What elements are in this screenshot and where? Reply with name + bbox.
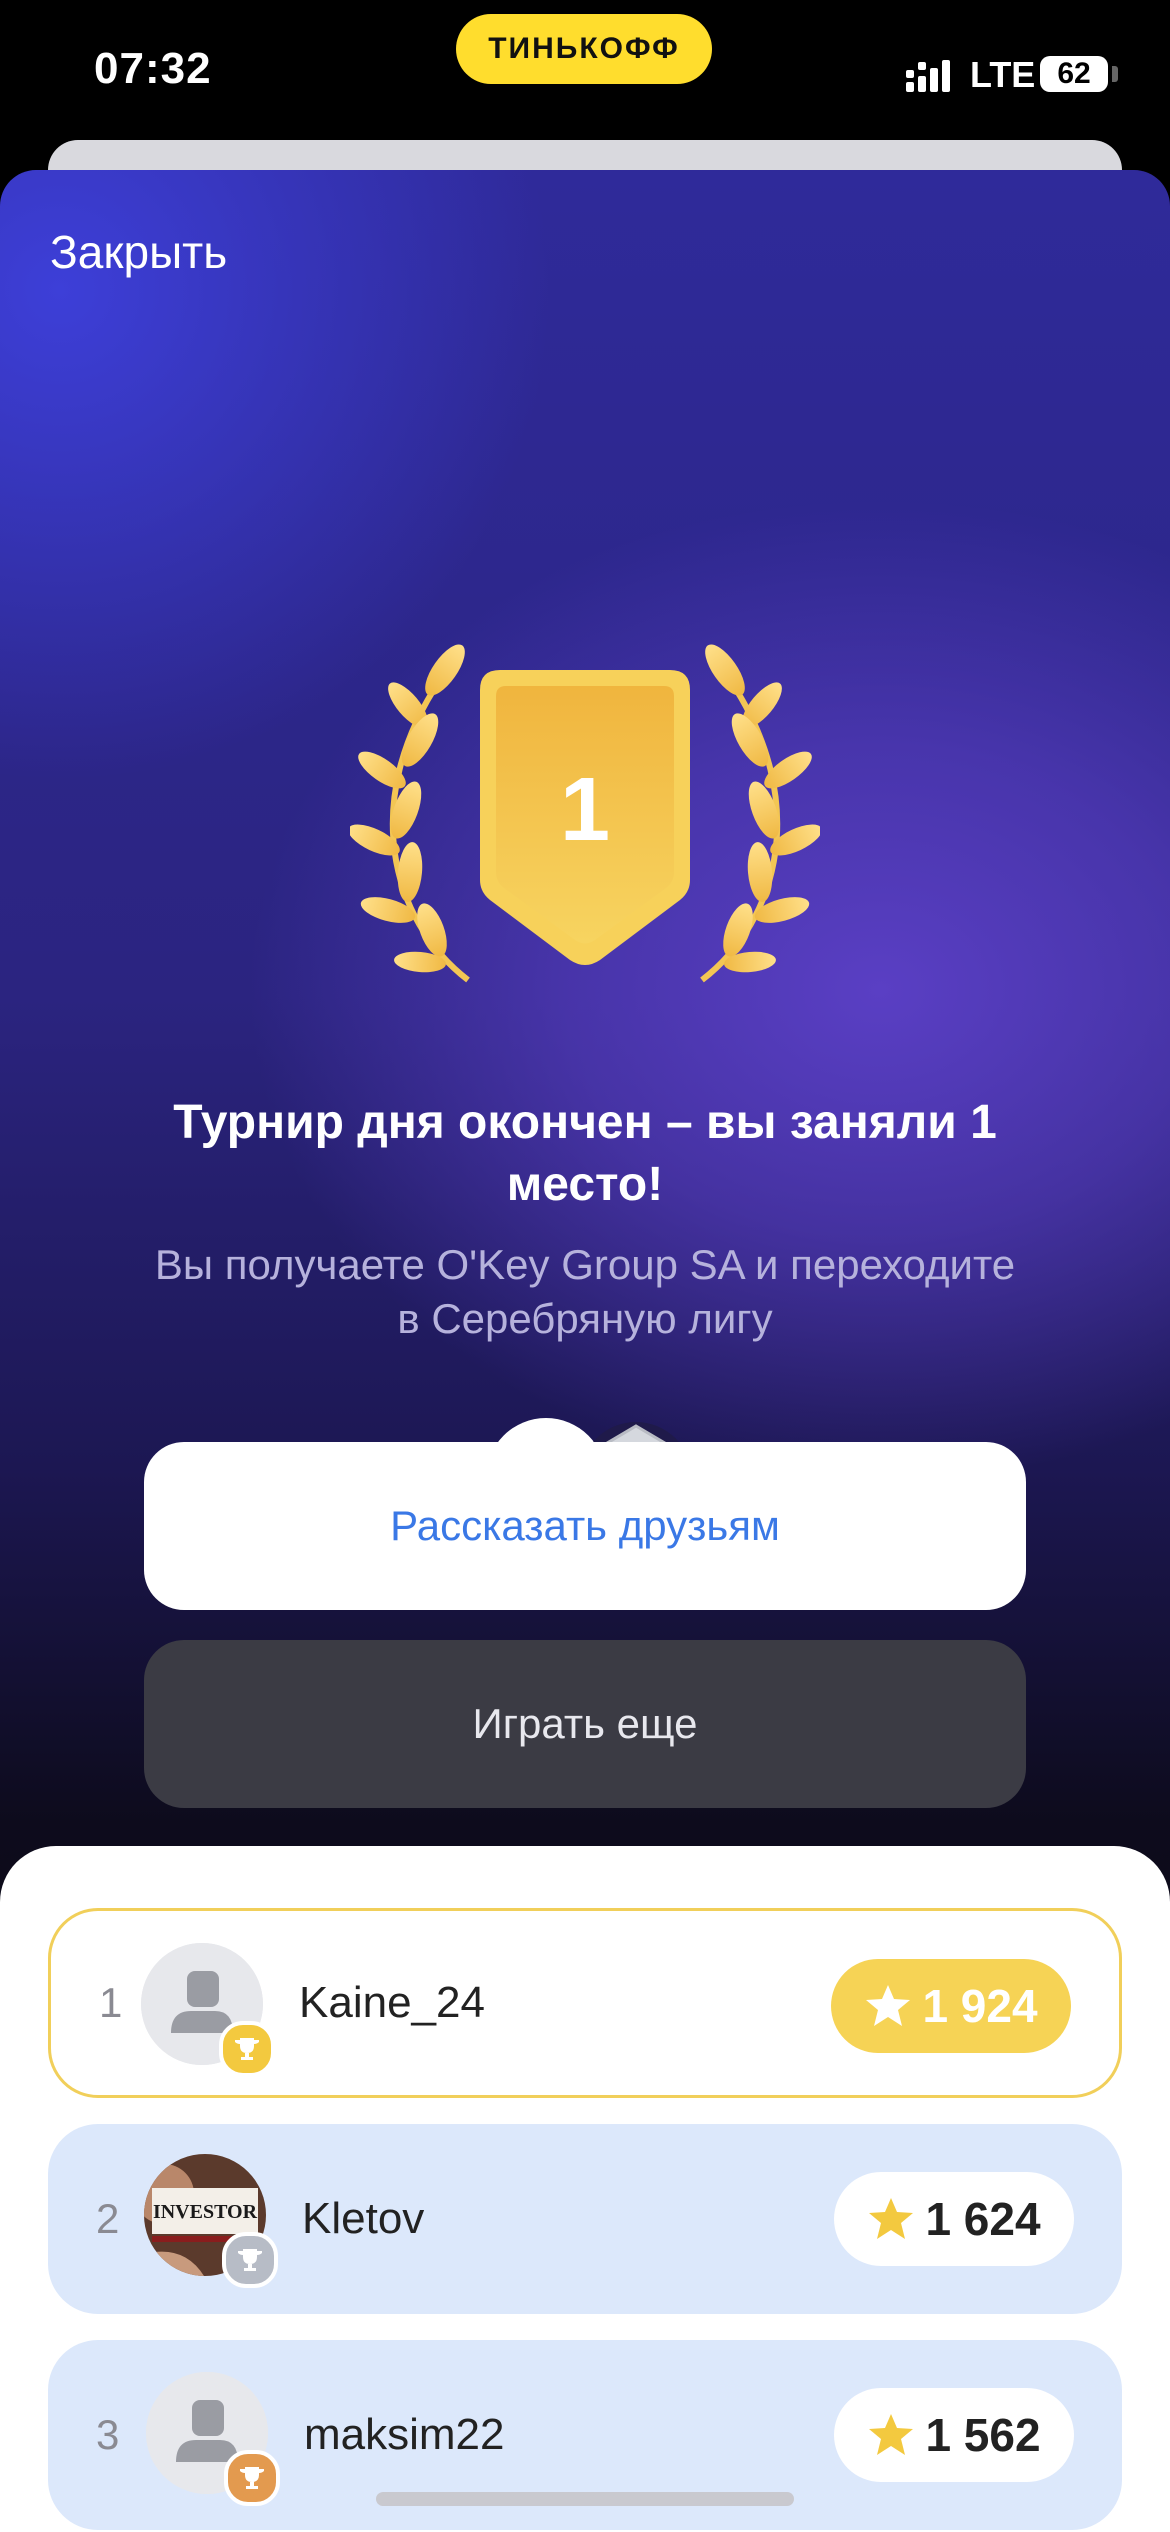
trophy-badge-icon: 1: [350, 644, 820, 983]
gold-cup-icon: [219, 2021, 275, 2077]
play-again-button[interactable]: Играть еще: [144, 1640, 1026, 1808]
result-headline: Турнир дня окончен – вы заняли 1 место!: [173, 1096, 997, 1211]
score-badge: 1 624: [834, 2172, 1074, 2266]
bronze-cup-icon: [224, 2450, 280, 2506]
star-icon: [866, 1985, 911, 2026]
svg-text:INVESTOR: INVESTOR: [153, 2201, 258, 2223]
score-value: 1 624: [925, 2193, 1041, 2245]
share-button[interactable]: Рассказать друзьям: [144, 1442, 1026, 1610]
leaderboard-row[interactable]: 1 Kaine_24 1 924: [48, 1908, 1122, 2098]
score-badge: 1 924: [831, 1959, 1071, 2053]
status-time: 07:32: [94, 44, 212, 93]
rank-number: 1: [99, 1979, 123, 2026]
score-value: 1 924: [922, 1980, 1038, 2032]
rank-number: 3: [96, 2411, 120, 2458]
silver-cup-icon: [222, 2232, 278, 2288]
leaderboard: 1 Kaine_24 1 924 2 INVESTOR Kletov 1 624…: [0, 1846, 1170, 2532]
avatar: [141, 1943, 275, 2077]
result-subtitle: Вы получаете O'Key Group SA и переходите…: [154, 1241, 1016, 1342]
place-number: 1: [560, 760, 610, 860]
username: Kletov: [302, 2194, 425, 2243]
brand-pill: ТИНЬКОФФ: [456, 14, 712, 84]
home-indicator[interactable]: [376, 2492, 794, 2506]
score-value: 1 562: [925, 2409, 1041, 2461]
battery-tip: [1112, 66, 1118, 82]
rank-number: 2: [96, 2195, 120, 2242]
avatar: INVESTOR: [144, 2154, 278, 2288]
avatar: [146, 2372, 280, 2506]
leaderboard-row[interactable]: 2 INVESTOR Kletov 1 624: [48, 2124, 1122, 2314]
star-icon: [869, 2198, 914, 2239]
username: Kaine_24: [299, 1978, 485, 2027]
battery-icon: 62: [1040, 56, 1108, 92]
signal-icon: [906, 60, 950, 92]
status-bar: 07:32 ТИНЬКОФФ LTE 62: [0, 0, 1170, 160]
score-badge: 1 562: [834, 2388, 1074, 2482]
close-button[interactable]: Закрыть: [50, 225, 227, 279]
network-type: LTE: [970, 54, 1036, 95]
star-icon: [869, 2414, 914, 2455]
